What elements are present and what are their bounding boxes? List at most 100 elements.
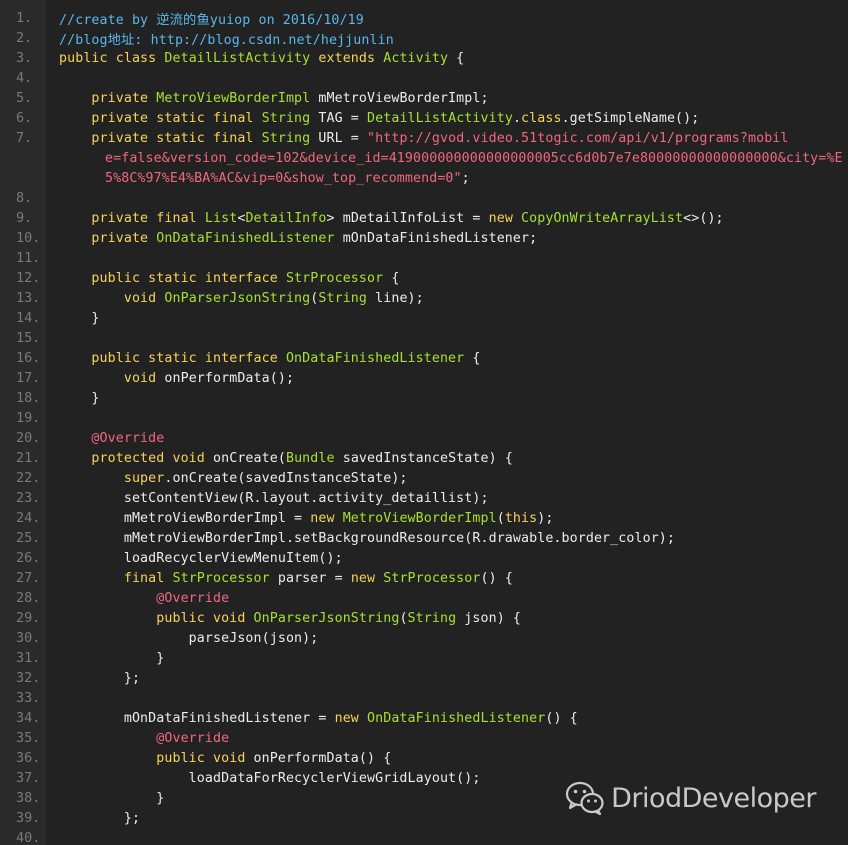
code-line: 24. mMetroViewBorderImpl = new MetroView… bbox=[0, 508, 848, 528]
code-token-plain: <>(); bbox=[683, 210, 724, 226]
code-token-type: String bbox=[261, 110, 311, 126]
code-token-plain: } bbox=[59, 310, 100, 326]
code-line: 9. private final List<DetailInfo> mDetai… bbox=[0, 208, 848, 228]
code-token-keyword: new bbox=[310, 510, 343, 526]
code-token-keyword: new bbox=[334, 710, 368, 726]
code-line: 16. public static interface OnDataFinish… bbox=[0, 348, 848, 368]
code-token-plain: mOnDataFinishedListener; bbox=[334, 230, 538, 246]
line-number: 1. bbox=[16, 10, 33, 26]
code-viewer: 1. //create by 逆流的鱼yuiop on 2016/10/19 2. /… bbox=[0, 0, 848, 845]
code-line: 14. } bbox=[0, 308, 848, 328]
code-text: } bbox=[46, 651, 164, 666]
code-token-plain: { bbox=[383, 270, 400, 286]
code-text: protected void onCreate(Bundle savedInst… bbox=[46, 451, 513, 466]
line-number: 18. bbox=[16, 390, 41, 406]
code-line: 6. private static final String TAG = Det… bbox=[0, 108, 848, 128]
code-text: loadDataForRecyclerViewGridLayout(); bbox=[46, 770, 481, 786]
code-token-plain: ; bbox=[461, 170, 470, 186]
code-line: 1. //create by 逆流的鱼yuiop on 2016/10/19 bbox=[0, 8, 848, 28]
code-text: mMetroViewBorderImpl = new MetroViewBord… bbox=[46, 510, 554, 526]
code-text: }; bbox=[46, 671, 140, 686]
code-text: public static interface OnDataFinishedLi… bbox=[46, 351, 481, 366]
line-number: 16. bbox=[16, 350, 41, 366]
code-line: 10. private OnDataFinishedListener mOnDa… bbox=[0, 228, 848, 248]
code-token-keyword: private final bbox=[59, 210, 205, 226]
code-text: void onPerformData(); bbox=[46, 371, 294, 386]
watermark-text: DriodDeveloper bbox=[611, 782, 816, 814]
line-number: 15. bbox=[16, 330, 41, 346]
code-token-keyword: private static final bbox=[59, 130, 262, 146]
code-token-plain: mMetroViewBorderImpl = bbox=[59, 510, 311, 526]
line-number: 38. bbox=[16, 790, 41, 806]
line-number: 26. bbox=[16, 550, 41, 566]
code-text: public static interface StrProcessor { bbox=[46, 271, 399, 286]
code-token-plain: parseJson(json); bbox=[59, 630, 319, 646]
code-token-plain: onCreate( bbox=[213, 450, 286, 466]
line-number: 35. bbox=[16, 730, 41, 746]
line-number: 3. bbox=[16, 50, 33, 66]
code-line: 15. bbox=[0, 328, 848, 348]
code-text: private OnDataFinishedListener mOnDataFi… bbox=[46, 231, 537, 246]
code-token-plain: loadDataForRecyclerViewGridLayout(); bbox=[59, 770, 481, 786]
line-number: 9. bbox=[16, 210, 33, 226]
code-token-plain: } bbox=[59, 390, 100, 406]
line-number: 36. bbox=[16, 750, 41, 766]
code-token-keyword: public static interface bbox=[59, 270, 286, 286]
code-token-keyword: public void bbox=[59, 750, 254, 766]
code-token-annotation: @Override bbox=[59, 590, 230, 606]
code-line: 28. @Override bbox=[0, 588, 848, 608]
code-text: mOnDataFinishedListener = new OnDataFini… bbox=[46, 711, 578, 726]
code-token-type: OnDataFinishedListener bbox=[156, 230, 335, 246]
code-token-plain: json) { bbox=[456, 610, 522, 626]
code-line: 8. bbox=[0, 188, 848, 208]
code-token-keyword: void bbox=[59, 290, 165, 306]
line-number: 27. bbox=[16, 570, 41, 586]
line-number: 17. bbox=[16, 370, 41, 386]
code-text: private static final String URL = "http:… bbox=[46, 131, 789, 146]
code-text: public class DetailListActivity extends … bbox=[46, 51, 464, 66]
code-text: void OnParserJsonString(String line); bbox=[46, 291, 424, 306]
code-token-type: OnDataFinishedListener bbox=[367, 710, 546, 726]
code-line: 18. } bbox=[0, 388, 848, 408]
code-text: setContentView(R.layout.activity_detaill… bbox=[46, 491, 489, 506]
code-line: 3. public class DetailListActivity extend… bbox=[0, 48, 848, 68]
line-number: 24. bbox=[16, 510, 41, 526]
code-token-plain: .getSimpleName(); bbox=[561, 110, 700, 126]
code-text: private static final String TAG = Detail… bbox=[46, 111, 699, 126]
line-number: 34. bbox=[16, 710, 41, 726]
code-line: 26. loadRecyclerViewMenuItem(); bbox=[0, 548, 848, 568]
code-token-keyword: protected void bbox=[59, 450, 214, 466]
code-token-plain: savedInstanceState) { bbox=[334, 450, 513, 466]
code-token-plain: ); bbox=[537, 510, 554, 526]
code-text: } bbox=[46, 311, 100, 326]
code-token-plain: () { bbox=[545, 710, 578, 726]
code-token-type: DetailListActivity bbox=[367, 110, 513, 126]
code-line: 7. private static final String URL = "ht… bbox=[0, 128, 848, 148]
code-line: 17. void onPerformData(); bbox=[0, 368, 848, 388]
code-line: 30. parseJson(json); bbox=[0, 628, 848, 648]
code-token-comment: //create by 逆流的鱼yuiop on 2016/10/19 bbox=[59, 12, 364, 28]
code-line: 5. private MetroViewBorderImpl mMetroVie… bbox=[0, 88, 848, 108]
code-token-type: Activity bbox=[383, 50, 449, 66]
code-token-plain: TAG = bbox=[310, 110, 368, 126]
line-number: 2. bbox=[16, 30, 33, 46]
code-text: //blog地址: http://blog.csdn.net/hejjunlin bbox=[46, 29, 394, 48]
code-token-plain: mMetroViewBorderImpl; bbox=[310, 90, 489, 106]
code-token-annotation: @Override bbox=[59, 730, 230, 746]
line-number: 21. bbox=[16, 450, 41, 466]
code-token-plain: ( bbox=[399, 610, 408, 626]
line-number: 7. bbox=[16, 130, 33, 146]
line-number: 8. bbox=[16, 190, 33, 206]
code-text: loadRecyclerViewMenuItem(); bbox=[46, 551, 343, 566]
code-token-plain: } bbox=[59, 790, 165, 806]
code-token-keyword: new bbox=[488, 210, 522, 226]
code-line: 13. void OnParserJsonString(String line)… bbox=[0, 288, 848, 308]
code-token-comment: //blog地址: http://blog.csdn.net/hejjunlin bbox=[59, 32, 394, 48]
line-number: 14. bbox=[16, 310, 41, 326]
line-number: 25. bbox=[16, 530, 41, 546]
code-line: 19. bbox=[0, 408, 848, 428]
code-token-plain: ( bbox=[496, 510, 505, 526]
code-token-type: OnParserJsonString bbox=[164, 290, 311, 306]
code-line: 12. public static interface StrProcessor… bbox=[0, 268, 848, 288]
code-text: private final List<DetailInfo> mDetailIn… bbox=[46, 211, 724, 226]
